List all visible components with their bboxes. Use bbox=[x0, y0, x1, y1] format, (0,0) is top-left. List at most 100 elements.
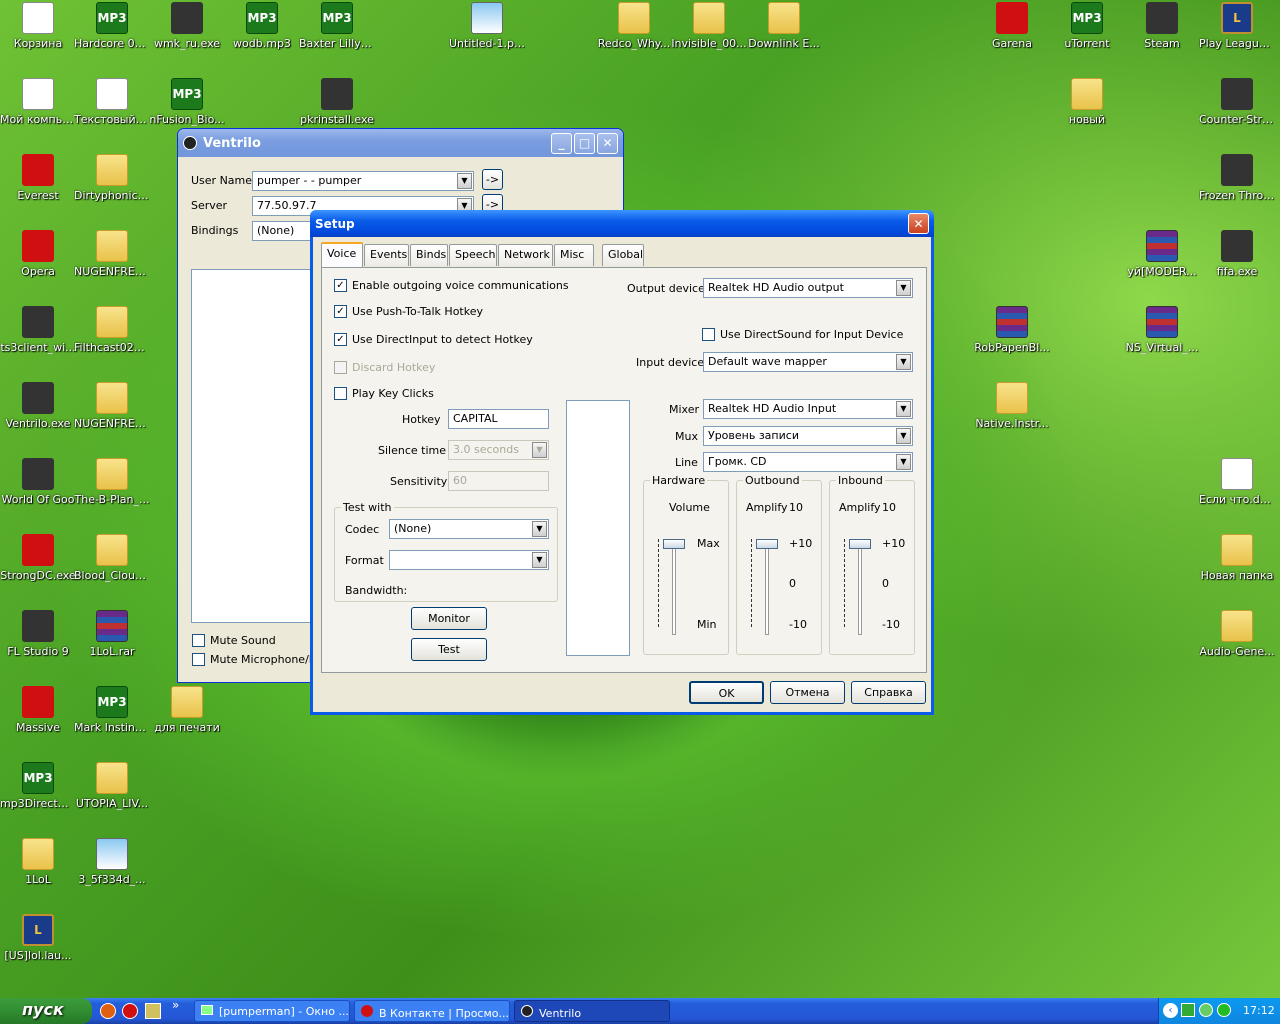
mute-sound-checkbox[interactable] bbox=[192, 634, 205, 647]
user-name-arrow-button[interactable]: -> bbox=[482, 169, 503, 190]
desktop-icon[interactable]: World Of Goo bbox=[0, 458, 76, 506]
tab-binds[interactable]: Binds bbox=[410, 244, 448, 266]
utility-quicklaunch-icon[interactable] bbox=[145, 1003, 161, 1019]
inbound-track[interactable] bbox=[858, 539, 862, 635]
tab-global[interactable]: Global bbox=[602, 244, 644, 266]
desktop-icon[interactable]: Counter-Strike bbox=[1199, 78, 1275, 126]
desktop-icon[interactable]: Redco_Why... bbox=[596, 2, 672, 50]
mute-mic-checkbox[interactable] bbox=[192, 653, 205, 666]
desktop-icon[interactable]: StrongDC.exe bbox=[0, 534, 76, 582]
desktop-icon[interactable]: Dirtyphonics - Vandals & L... bbox=[74, 154, 150, 202]
desktop-icon[interactable]: Garena bbox=[974, 2, 1050, 50]
desktop-icon[interactable]: L Play League of Legends bbox=[1199, 2, 1275, 50]
desktop-icon[interactable]: 1LoL.rar bbox=[74, 610, 150, 658]
desktop-icon[interactable]: NUGENFREE... bbox=[74, 382, 150, 430]
play-key-clicks-checkbox[interactable] bbox=[334, 387, 347, 400]
desktop-icon[interactable]: новый bbox=[1049, 78, 1125, 126]
desktop-icon[interactable]: Мой компьютер bbox=[0, 78, 76, 126]
cancel-button[interactable]: Отмена bbox=[770, 681, 845, 704]
start-button[interactable]: пуск bbox=[0, 998, 92, 1024]
maximize-button[interactable]: □ bbox=[574, 132, 595, 154]
skype-tray-icon[interactable] bbox=[1199, 1003, 1213, 1017]
desktop-icon[interactable]: Frozen Throne bbox=[1199, 154, 1275, 202]
desktop-icon[interactable]: Everest bbox=[0, 154, 76, 202]
output-device-select[interactable]: Realtek HD Audio output ▼ bbox=[703, 278, 913, 298]
desktop-icon[interactable]: Blood_Cloud... bbox=[74, 534, 150, 582]
desktop-icon[interactable]: The-B-Plan_... bbox=[74, 458, 150, 506]
use-ptt-checkbox[interactable]: ✓ bbox=[334, 305, 347, 318]
desktop-icon[interactable]: pkrinstall.exe bbox=[299, 78, 375, 126]
desktop-icon[interactable]: Opera bbox=[0, 230, 76, 278]
chevron-down-icon[interactable]: ▼ bbox=[532, 521, 547, 537]
use-directsound-checkbox[interactable] bbox=[702, 328, 715, 341]
tray-expand-icon[interactable]: ‹ bbox=[1163, 1003, 1178, 1018]
chevron-down-icon[interactable]: ▼ bbox=[896, 401, 911, 417]
mux-select[interactable]: Уровень записи ▼ bbox=[703, 426, 913, 446]
desktop-icon[interactable]: уй[MODER... bbox=[1124, 230, 1200, 278]
chevron-down-icon[interactable]: ▼ bbox=[532, 552, 547, 568]
desktop-icon[interactable]: UTOPIA_LIV... bbox=[74, 762, 150, 810]
hotkey-input[interactable]: CAPITAL bbox=[448, 409, 549, 429]
chevron-down-icon[interactable]: ▼ bbox=[896, 280, 911, 296]
desktop-icon[interactable]: NS_Virtual_... bbox=[1124, 306, 1200, 354]
utorrent-tray-icon[interactable] bbox=[1181, 1003, 1195, 1017]
close-button[interactable]: ✕ bbox=[908, 213, 929, 234]
user-name-select[interactable]: pumper - - pumper ▼ bbox=[252, 171, 474, 191]
desktop-icon[interactable]: Filthcast028... bbox=[74, 306, 150, 354]
desktop-icon[interactable]: MP3 Mark Instinct Vs Greenla... bbox=[74, 686, 150, 734]
desktop-icon[interactable]: Untitled-1.png bbox=[449, 2, 525, 50]
test-button[interactable]: Test bbox=[411, 638, 487, 661]
task-pumperman[interactable]: [pumperman] - Окно ... bbox=[194, 1000, 350, 1022]
monitor-button[interactable]: Monitor bbox=[411, 607, 487, 630]
desktop-icon[interactable]: MP3 uTorrent bbox=[1049, 2, 1125, 50]
desktop-icon[interactable]: MP3 Hardcore 01.mp3 bbox=[74, 2, 150, 50]
desktop-icon[interactable]: L [US]lol.lau... bbox=[0, 914, 76, 962]
network-tray-icon[interactable] bbox=[1217, 1003, 1231, 1017]
desktop-icon[interactable]: MP3 nFusion_Bio... bbox=[149, 78, 225, 126]
minimize-button[interactable]: _ bbox=[551, 132, 572, 154]
hardware-volume-thumb[interactable] bbox=[663, 539, 685, 549]
inbound-thumb[interactable] bbox=[849, 539, 871, 549]
close-button[interactable]: ✕ bbox=[597, 132, 618, 154]
tab-events[interactable]: Events bbox=[364, 244, 409, 266]
ventrilo-titlebar[interactable]: Ventrilo _ □ ✕ bbox=[178, 129, 623, 157]
desktop-icon[interactable]: ts3client_wi... bbox=[0, 306, 76, 354]
firefox-quicklaunch-icon[interactable] bbox=[100, 1003, 116, 1019]
desktop-icon[interactable]: Massive bbox=[0, 686, 76, 734]
setup-titlebar[interactable]: Setup ✕ bbox=[310, 210, 934, 237]
chevron-down-icon[interactable]: ▼ bbox=[896, 454, 911, 470]
desktop-icon[interactable]: NUGENFREE... bbox=[74, 230, 150, 278]
line-select[interactable]: Громк. CD ▼ bbox=[703, 452, 913, 472]
desktop-icon[interactable]: Новая папка bbox=[1199, 534, 1275, 582]
desktop-icon[interactable]: для печати bbox=[149, 686, 225, 734]
more-quicklaunch[interactable]: » bbox=[172, 998, 179, 1012]
desktop-icon[interactable]: MP3 mp3DirectCut bbox=[0, 762, 76, 810]
desktop-icon[interactable]: MP3 Baxter Lilly - Senile Still... bbox=[299, 2, 375, 50]
enable-outgoing-checkbox[interactable]: ✓ bbox=[334, 279, 347, 292]
desktop-icon[interactable]: RobPapenBl... bbox=[974, 306, 1050, 354]
desktop-icon[interactable]: FL Studio 9 bbox=[0, 610, 76, 658]
desktop-icon[interactable]: Корзина bbox=[0, 2, 76, 50]
chevron-down-icon[interactable]: ▼ bbox=[457, 173, 472, 189]
desktop-icon[interactable]: Native.Instr... bbox=[974, 382, 1050, 430]
desktop-icon[interactable]: Ventrilo.exe bbox=[0, 382, 76, 430]
desktop-icon[interactable]: Steam bbox=[1124, 2, 1200, 50]
desktop-icon[interactable]: MP3 wodb.mp3 bbox=[224, 2, 300, 50]
help-button[interactable]: Справка bbox=[851, 681, 926, 704]
outbound-track[interactable] bbox=[765, 539, 769, 635]
desktop-icon[interactable]: wmk_ru.exe bbox=[149, 2, 225, 50]
input-device-select[interactable]: Default wave mapper ▼ bbox=[703, 352, 913, 372]
tab-network[interactable]: Network bbox=[498, 244, 553, 266]
mixer-select[interactable]: Realtek HD Audio Input ▼ bbox=[703, 399, 913, 419]
outbound-thumb[interactable] bbox=[756, 539, 778, 549]
ok-button[interactable]: OK bbox=[689, 681, 764, 704]
desktop-icon[interactable]: Текстовый документ.txt bbox=[74, 78, 150, 126]
opera-quicklaunch-icon[interactable] bbox=[122, 1003, 138, 1019]
hardware-volume-track[interactable] bbox=[672, 539, 676, 635]
format-select[interactable]: ▼ bbox=[389, 550, 549, 570]
use-directinput-checkbox[interactable]: ✓ bbox=[334, 333, 347, 346]
chevron-down-icon[interactable]: ▼ bbox=[896, 354, 911, 370]
chevron-down-icon[interactable]: ▼ bbox=[896, 428, 911, 444]
desktop-icon[interactable]: Downlink E... bbox=[746, 2, 822, 50]
desktop-icon[interactable]: Audio-Gene... bbox=[1199, 610, 1275, 658]
